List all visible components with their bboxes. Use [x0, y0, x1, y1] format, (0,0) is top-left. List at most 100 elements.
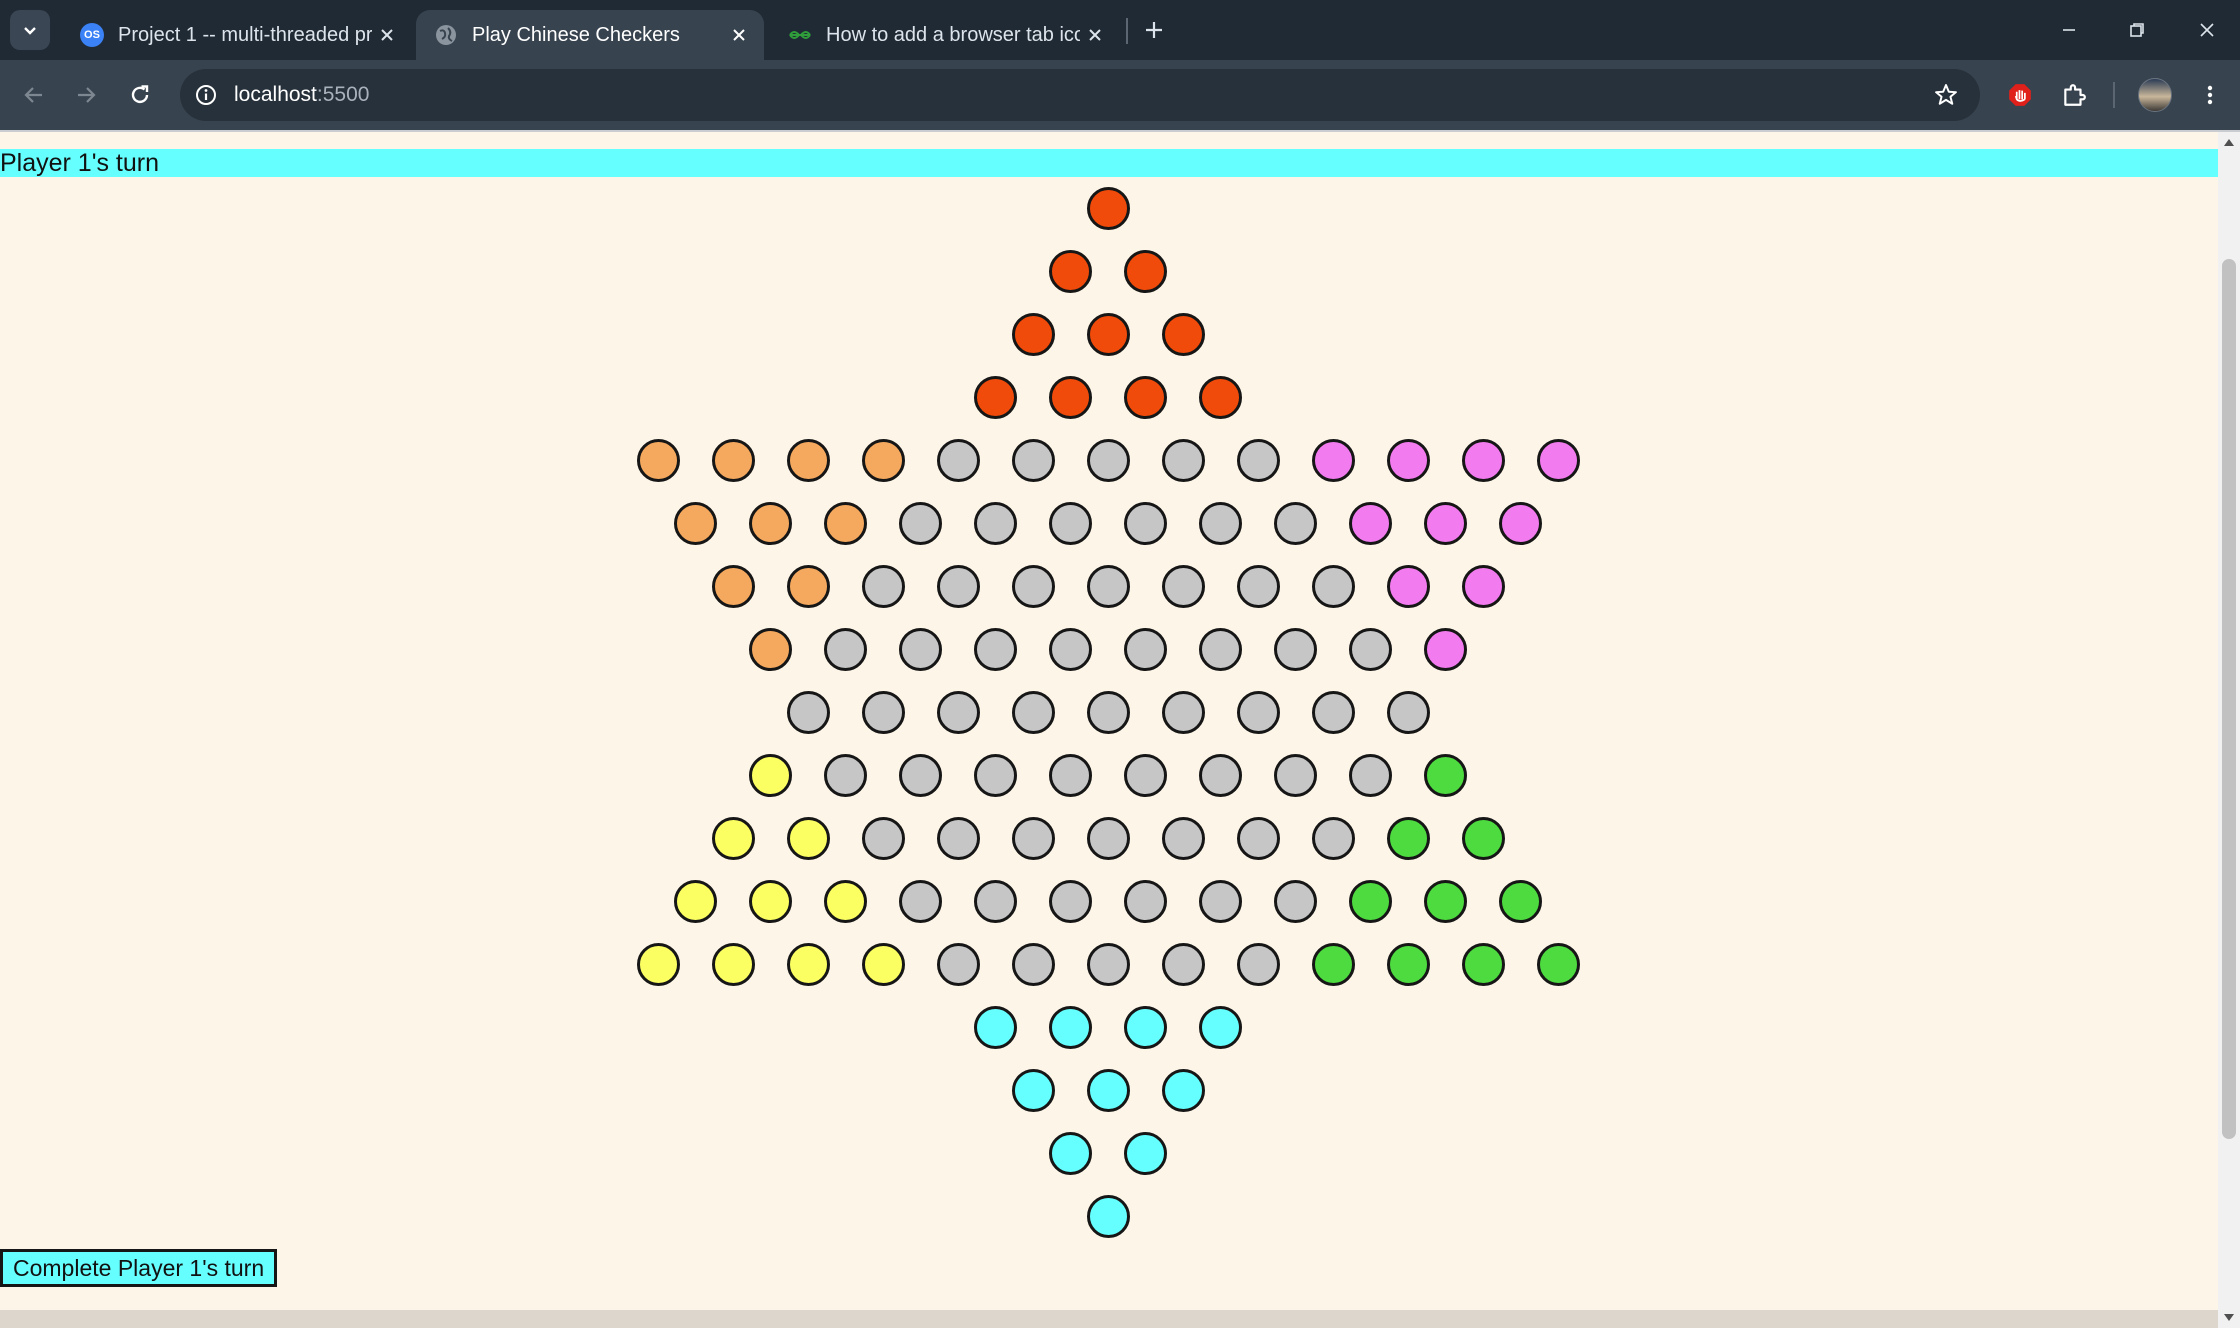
empty-hole[interactable]: [974, 501, 1017, 545]
profile-avatar[interactable]: [2138, 78, 2172, 112]
cyan-marble[interactable]: [974, 1005, 1017, 1049]
red-marble[interactable]: [1161, 312, 1205, 356]
empty-hole[interactable]: [824, 627, 867, 671]
empty-hole[interactable]: [1086, 564, 1130, 608]
red-marble[interactable]: [1049, 375, 1092, 419]
close-icon[interactable]: [372, 20, 402, 50]
cyan-marble[interactable]: [1161, 1068, 1205, 1112]
bookmark-star-icon[interactable]: [1930, 79, 1962, 111]
pink-marble[interactable]: [1424, 627, 1467, 671]
orange-marble[interactable]: [786, 564, 830, 608]
horizontal-scrollbar[interactable]: [0, 1310, 2218, 1328]
empty-hole[interactable]: [899, 753, 942, 797]
scroll-up-arrow-icon[interactable]: [2223, 136, 2235, 148]
empty-hole[interactable]: [1161, 816, 1205, 860]
empty-hole[interactable]: [1274, 879, 1317, 923]
red-marble[interactable]: [1124, 375, 1167, 419]
orange-marble[interactable]: [749, 501, 792, 545]
green-marble[interactable]: [1386, 942, 1430, 986]
reload-button[interactable]: [120, 75, 160, 115]
empty-hole[interactable]: [861, 816, 905, 860]
empty-hole[interactable]: [936, 816, 980, 860]
tab-search-button[interactable]: [10, 10, 50, 50]
orange-marble[interactable]: [636, 438, 680, 482]
empty-hole[interactable]: [1274, 753, 1317, 797]
yellow-marble[interactable]: [711, 816, 755, 860]
scroll-down-arrow-icon[interactable]: [2223, 1312, 2235, 1324]
green-marble[interactable]: [1386, 816, 1430, 860]
empty-hole[interactable]: [861, 690, 905, 734]
cyan-marble[interactable]: [1199, 1005, 1242, 1049]
empty-hole[interactable]: [1161, 942, 1205, 986]
cyan-marble[interactable]: [1124, 1131, 1167, 1175]
green-marble[interactable]: [1461, 942, 1505, 986]
pink-marble[interactable]: [1499, 501, 1542, 545]
empty-hole[interactable]: [1011, 816, 1055, 860]
empty-hole[interactable]: [1349, 627, 1392, 671]
empty-hole[interactable]: [974, 879, 1017, 923]
restore-button[interactable]: [2112, 10, 2162, 50]
red-marble[interactable]: [1124, 249, 1167, 293]
empty-hole[interactable]: [1011, 564, 1055, 608]
new-tab-button[interactable]: [1138, 14, 1170, 46]
cyan-marble[interactable]: [1086, 1068, 1130, 1112]
empty-hole[interactable]: [1124, 501, 1167, 545]
empty-hole[interactable]: [974, 753, 1017, 797]
green-marble[interactable]: [1424, 879, 1467, 923]
empty-hole[interactable]: [1161, 690, 1205, 734]
empty-hole[interactable]: [1311, 564, 1355, 608]
empty-hole[interactable]: [1049, 753, 1092, 797]
pink-marble[interactable]: [1386, 438, 1430, 482]
green-marble[interactable]: [1461, 816, 1505, 860]
minimize-button[interactable]: [2044, 10, 2094, 50]
empty-hole[interactable]: [1349, 753, 1392, 797]
empty-hole[interactable]: [1011, 438, 1055, 482]
empty-hole[interactable]: [1086, 438, 1130, 482]
close-icon[interactable]: [1080, 20, 1110, 50]
complete-turn-button[interactable]: Complete Player 1's turn: [0, 1249, 278, 1287]
empty-hole[interactable]: [1124, 879, 1167, 923]
cyan-marble[interactable]: [1086, 1194, 1130, 1238]
empty-hole[interactable]: [936, 690, 980, 734]
extensions-puzzle-icon[interactable]: [2054, 75, 2094, 115]
green-marble[interactable]: [1536, 942, 1580, 986]
orange-marble[interactable]: [749, 627, 792, 671]
empty-hole[interactable]: [1124, 753, 1167, 797]
green-marble[interactable]: [1349, 879, 1392, 923]
empty-hole[interactable]: [824, 753, 867, 797]
empty-hole[interactable]: [974, 627, 1017, 671]
close-window-button[interactable]: [2182, 10, 2232, 50]
stop-hand-extension-icon[interactable]: [2000, 75, 2040, 115]
empty-hole[interactable]: [1236, 816, 1280, 860]
orange-marble[interactable]: [674, 501, 717, 545]
vertical-scrollbar[interactable]: [2218, 132, 2240, 1328]
empty-hole[interactable]: [786, 690, 830, 734]
empty-hole[interactable]: [936, 942, 980, 986]
yellow-marble[interactable]: [749, 879, 792, 923]
pink-marble[interactable]: [1461, 564, 1505, 608]
orange-marble[interactable]: [786, 438, 830, 482]
empty-hole[interactable]: [936, 438, 980, 482]
pink-marble[interactable]: [1386, 564, 1430, 608]
yellow-marble[interactable]: [861, 942, 905, 986]
pink-marble[interactable]: [1536, 438, 1580, 482]
site-info-icon[interactable]: [192, 81, 220, 109]
browser-menu-button[interactable]: [2190, 75, 2230, 115]
empty-hole[interactable]: [1049, 627, 1092, 671]
yellow-marble[interactable]: [674, 879, 717, 923]
red-marble[interactable]: [1011, 312, 1055, 356]
orange-marble[interactable]: [861, 438, 905, 482]
cyan-marble[interactable]: [1049, 1005, 1092, 1049]
yellow-marble[interactable]: [749, 753, 792, 797]
pink-marble[interactable]: [1349, 501, 1392, 545]
green-marble[interactable]: [1499, 879, 1542, 923]
address-bar[interactable]: localhost:5500: [180, 69, 1980, 121]
empty-hole[interactable]: [1161, 564, 1205, 608]
tab-browser-tab-icon[interactable]: How to add a browser tab icon: [770, 10, 1120, 60]
cyan-marble[interactable]: [1049, 1131, 1092, 1175]
empty-hole[interactable]: [1311, 690, 1355, 734]
empty-hole[interactable]: [936, 564, 980, 608]
pink-marble[interactable]: [1424, 501, 1467, 545]
empty-hole[interactable]: [1274, 627, 1317, 671]
yellow-marble[interactable]: [711, 942, 755, 986]
